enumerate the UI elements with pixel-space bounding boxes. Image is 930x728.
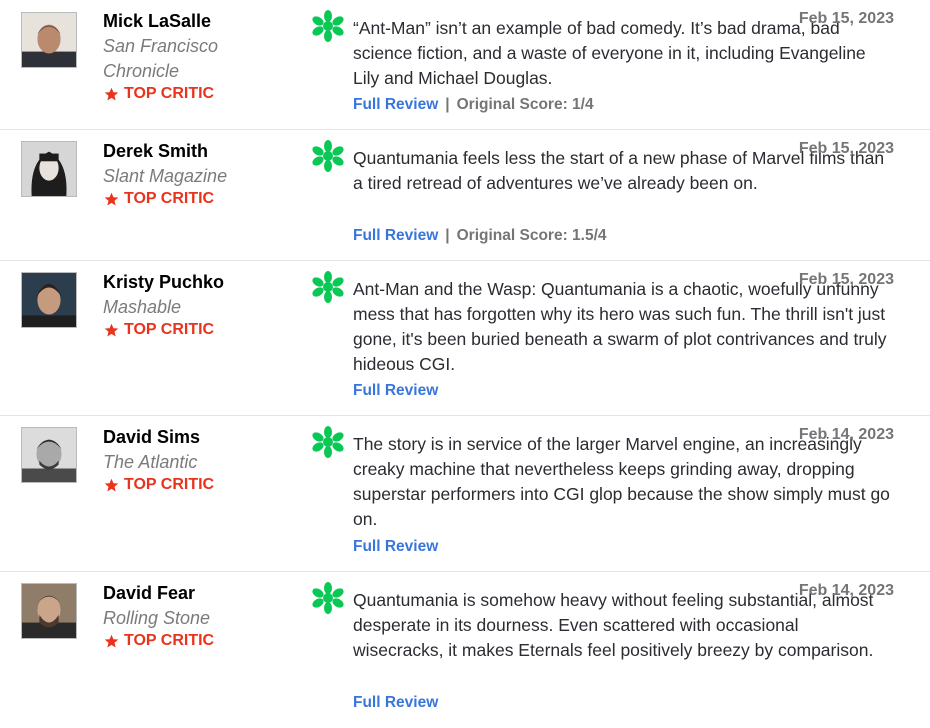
original-score: Original Score: 1/4	[456, 96, 594, 113]
critic-name[interactable]: Derek Smith	[103, 141, 208, 162]
review-links: Full Review	[353, 538, 438, 556]
publication-name[interactable]: Rolling Stone	[103, 606, 243, 631]
top-critic-label: TOP CRITIC	[124, 632, 215, 649]
critic-avatar[interactable]	[21, 141, 77, 197]
critic-name[interactable]: Kristy Puchko	[103, 272, 224, 293]
star-icon	[104, 323, 119, 336]
review-links: Full Review	[353, 382, 438, 400]
review-card: Mick LaSalle San Francisco Chronicle TOP…	[0, 0, 930, 130]
rotten-splat-icon	[312, 582, 344, 614]
rotten-splat-icon	[312, 426, 344, 458]
star-icon	[104, 87, 119, 100]
review-card: Kristy Puchko Mashable TOP CRITIC Ant-Ma…	[0, 261, 930, 416]
review-links: Full Review | Original Score: 1/4	[353, 96, 594, 114]
full-review-link[interactable]: Full Review	[353, 538, 438, 555]
review-links: Full Review | Original Score: 1.5/4	[353, 227, 607, 245]
review-card: David Fear Rolling Stone TOP CRITIC Quan…	[0, 572, 930, 728]
critic-name[interactable]: Mick LaSalle	[103, 11, 211, 32]
top-critic-label: TOP CRITIC	[124, 190, 215, 207]
original-score: Original Score: 1.5/4	[456, 227, 607, 244]
rotten-splat-icon	[312, 271, 344, 303]
star-icon	[104, 192, 119, 205]
top-critic-badge: TOP CRITIC	[104, 190, 214, 208]
review-date: Feb 15, 2023	[798, 10, 894, 27]
full-review-link[interactable]: Full Review	[353, 382, 438, 399]
review-card: Derek Smith Slant Magazine TOP CRITIC Qu…	[0, 130, 930, 261]
top-critic-badge: TOP CRITIC	[104, 632, 214, 650]
review-quote: Ant-Man and the Wasp: Quantumania is a c…	[353, 279, 887, 374]
publication-name[interactable]: Slant Magazine	[103, 164, 243, 189]
review-date: Feb 15, 2023	[798, 271, 894, 288]
top-critic-label: TOP CRITIC	[124, 476, 215, 493]
review-quote: The story is in service of the larger Ma…	[353, 434, 890, 529]
critic-name[interactable]: David Sims	[103, 427, 200, 448]
star-icon	[104, 478, 119, 491]
full-review-link[interactable]: Full Review	[353, 96, 438, 113]
publication-name[interactable]: Mashable	[103, 295, 243, 320]
review-date: Feb 15, 2023	[798, 140, 894, 157]
critic-avatar[interactable]	[21, 272, 77, 328]
publication-name[interactable]: San Francisco Chronicle	[103, 34, 243, 84]
full-review-link[interactable]: Full Review	[353, 227, 438, 244]
review-date: Feb 14, 2023	[798, 426, 894, 443]
top-critic-badge: TOP CRITIC	[104, 476, 214, 494]
top-critic-label: TOP CRITIC	[124, 85, 215, 102]
review-links: Full Review	[353, 694, 438, 712]
rotten-splat-icon	[312, 10, 344, 42]
publication-name[interactable]: The Atlantic	[103, 450, 243, 475]
full-review-link[interactable]: Full Review	[353, 694, 438, 711]
top-critic-badge: TOP CRITIC	[104, 321, 214, 339]
separator: |	[445, 96, 450, 113]
review-card: David Sims The Atlantic TOP CRITIC The s…	[0, 416, 930, 572]
rotten-splat-icon	[312, 140, 344, 172]
top-critic-label: TOP CRITIC	[124, 321, 215, 338]
critic-avatar[interactable]	[21, 12, 77, 68]
review-date: Feb 14, 2023	[798, 582, 894, 599]
critic-name[interactable]: David Fear	[103, 583, 195, 604]
star-icon	[104, 634, 119, 647]
critic-avatar[interactable]	[21, 427, 77, 483]
top-critic-badge: TOP CRITIC	[104, 85, 214, 103]
critic-reviews-list: Mick LaSalle San Francisco Chronicle TOP…	[0, 0, 930, 728]
critic-avatar[interactable]	[21, 583, 77, 639]
separator: |	[445, 227, 450, 244]
